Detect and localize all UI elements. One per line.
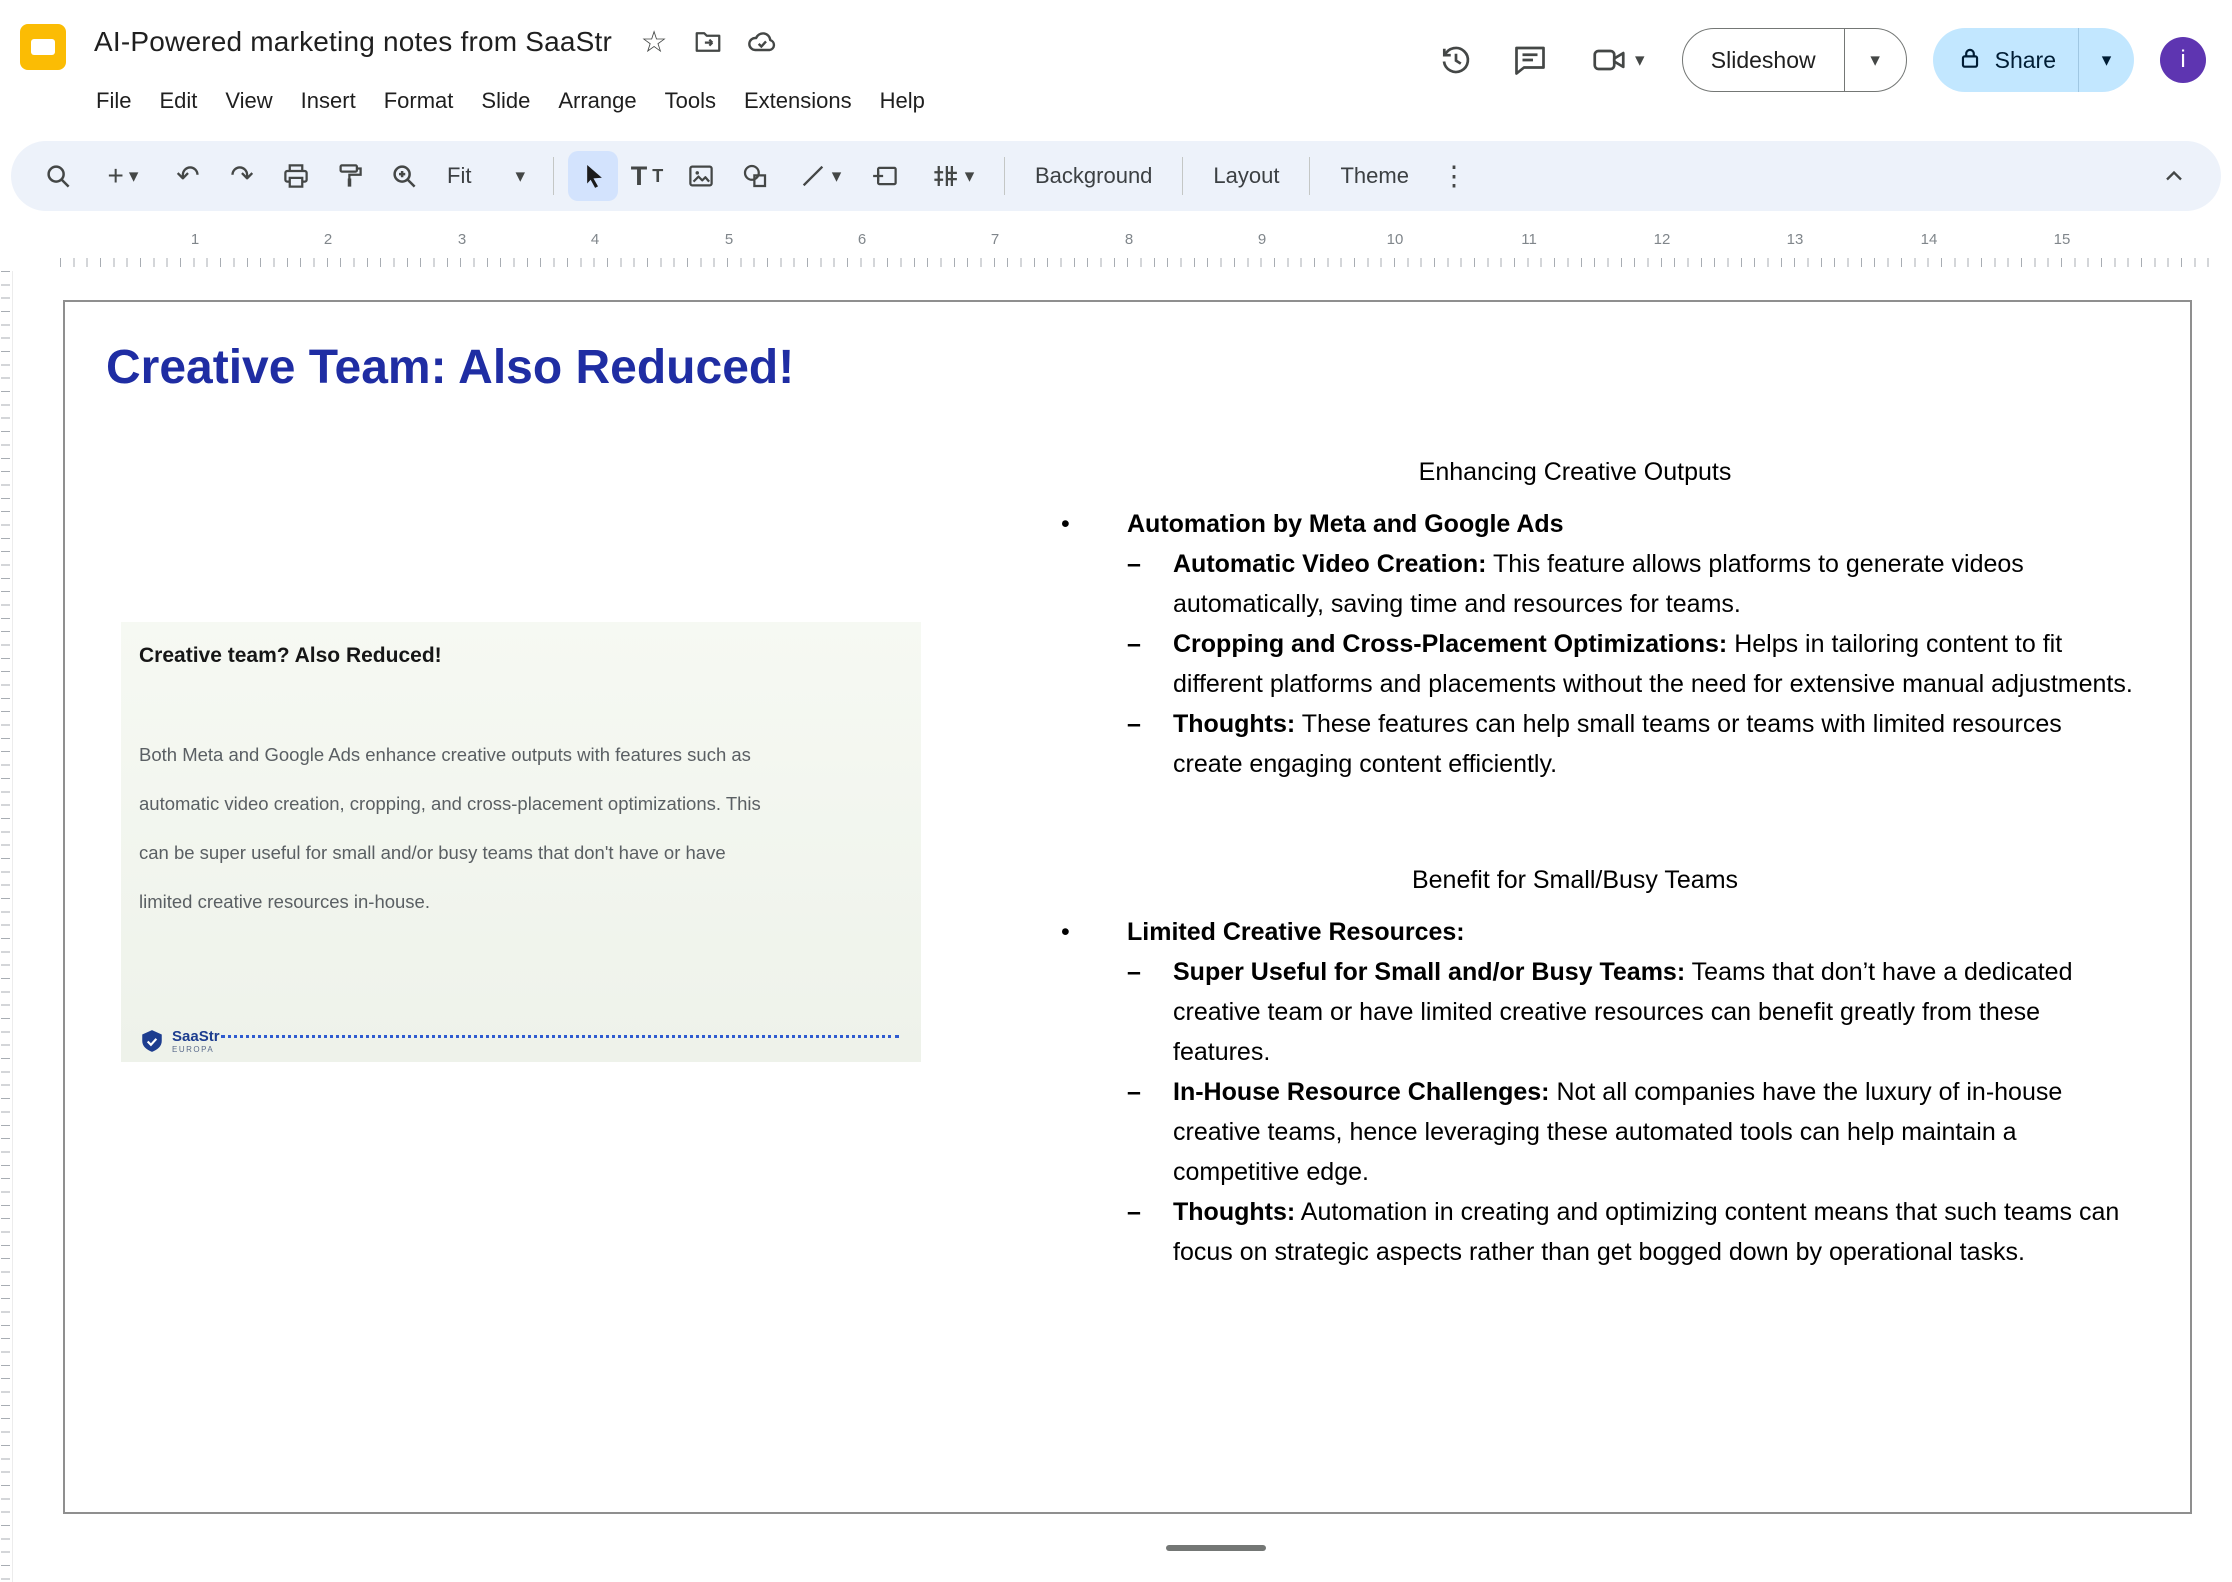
slideshow-label: Slideshow (1683, 47, 1844, 74)
textbox-tool-button[interactable]: TT (622, 151, 672, 201)
bullet-item: • Automation by Meta and Google Ads (1015, 504, 2135, 544)
zoom-fit-label: Fit (447, 163, 471, 189)
meet-camera-icon[interactable]: ▾ (1580, 36, 1656, 84)
cloud-status-icon[interactable] (746, 26, 778, 58)
version-history-icon[interactable] (1432, 36, 1480, 84)
bullet-icon: • (1061, 912, 1127, 952)
plus-icon: + (108, 162, 124, 190)
print-button[interactable] (271, 151, 321, 201)
insert-shape-button[interactable] (730, 151, 780, 201)
saastr-logo: SaaStr EUROPA (139, 1028, 220, 1054)
sub-item: – Cropping and Cross-Placement Optimizat… (1015, 624, 2135, 704)
guides-button[interactable]: ▾ (914, 151, 990, 201)
toolbar: + ▾ ↶ ↷ Fit ▾ TT ▾ (11, 141, 2221, 211)
lock-icon (1957, 45, 1983, 76)
share-caret[interactable]: ▾ (2078, 28, 2134, 92)
layout-button[interactable]: Layout (1197, 151, 1295, 201)
menu-item-insert[interactable]: Insert (287, 82, 370, 120)
meet-caret-icon: ▾ (1635, 51, 1645, 70)
menu-item-view[interactable]: View (211, 82, 286, 120)
dash-icon: – (1127, 952, 1173, 1072)
saastr-shield-icon (139, 1028, 165, 1054)
bullet-icon: • (1061, 504, 1127, 544)
zoom-in-button[interactable] (379, 151, 429, 201)
share-label: Share (1995, 47, 2056, 74)
menu-item-help[interactable]: Help (866, 82, 939, 120)
toolbar-divider (1309, 157, 1310, 195)
menu-item-extensions[interactable]: Extensions (730, 82, 866, 120)
dash-icon: – (1127, 544, 1173, 624)
insert-placeholder-button[interactable] (860, 151, 910, 201)
more-options-button[interactable]: ⋮ (1429, 151, 1479, 201)
signature-line (221, 1035, 899, 1038)
menu-item-edit[interactable]: Edit (145, 82, 211, 120)
share-button[interactable]: Share ▾ (1933, 28, 2134, 92)
screenshot-heading: Creative team? Also Reduced! (139, 644, 442, 668)
slides-logo-inner (31, 39, 55, 55)
toolbar-divider (553, 157, 554, 195)
dash-icon: – (1127, 624, 1173, 704)
sub-item: – Super Useful for Small and/or Busy Tea… (1015, 952, 2135, 1072)
google-slides-logo[interactable] (20, 24, 66, 70)
new-slide-button[interactable]: + ▾ (87, 151, 159, 201)
insert-line-caret-icon: ▾ (832, 167, 842, 186)
slide-page[interactable]: Creative Team: Also Reduced! Creative te… (63, 300, 2192, 1514)
menu-item-slide[interactable]: Slide (467, 82, 544, 120)
avatar[interactable]: i (2160, 37, 2206, 83)
insert-line-button[interactable]: ▾ (784, 151, 856, 201)
redo-icon: ↷ (230, 162, 253, 190)
menu-item-arrange[interactable]: Arrange (544, 82, 650, 120)
select-tool-button[interactable] (568, 151, 618, 201)
sub-item: – Automatic Video Creation: This feature… (1015, 544, 2135, 624)
theme-button[interactable]: Theme (1324, 151, 1424, 201)
dash-icon: – (1127, 704, 1173, 784)
toolbar-divider (1182, 157, 1183, 195)
menu-item-format[interactable]: Format (370, 82, 468, 120)
sub-item: – Thoughts: These features can help smal… (1015, 704, 2135, 784)
slide-title[interactable]: Creative Team: Also Reduced! (106, 340, 794, 395)
move-folder-icon[interactable] (692, 26, 724, 58)
notes-text-box[interactable]: Enhancing Creative Outputs • Automation … (1015, 452, 2135, 1272)
menu-item-file[interactable]: File (82, 82, 145, 120)
ruler-ticks (60, 258, 2212, 267)
slideshow-caret[interactable]: ▾ (1844, 29, 1906, 91)
background-button[interactable]: Background (1019, 151, 1168, 201)
menu-bar: File Edit View Insert Format Slide Arran… (82, 82, 939, 120)
screenshot-body: Both Meta and Google Ads enhance creativ… (139, 730, 761, 926)
horizontal-ruler: 1 2 3 4 5 6 7 8 9 10 11 12 13 14 15 (0, 225, 2232, 271)
dash-icon: – (1127, 1192, 1173, 1272)
zoom-fit-caret-icon: ▾ (515, 167, 525, 186)
guides-caret-icon: ▾ (965, 167, 975, 186)
menu-item-tools[interactable]: Tools (651, 82, 730, 120)
redo-button[interactable]: ↷ (217, 151, 267, 201)
embedded-screenshot[interactable]: Creative team? Also Reduced! Both Meta a… (121, 622, 921, 1062)
undo-button[interactable]: ↶ (163, 151, 213, 201)
note-heading: Benefit for Small/Busy Teams (1015, 860, 2135, 900)
slideshow-button[interactable]: Slideshow ▾ (1682, 28, 1907, 92)
star-icon[interactable]: ☆ (638, 26, 670, 58)
note-heading: Enhancing Creative Outputs (1015, 452, 2135, 492)
insert-image-button[interactable] (676, 151, 726, 201)
zoom-fit-select[interactable]: Fit ▾ (433, 151, 539, 201)
comments-icon[interactable] (1506, 36, 1554, 84)
hide-menus-button[interactable] (2149, 151, 2199, 201)
dash-icon: – (1127, 1072, 1173, 1192)
sub-item: – In-House Resource Challenges: Not all … (1015, 1072, 2135, 1192)
new-slide-caret-icon: ▾ (129, 167, 139, 186)
search-menus-icon[interactable] (33, 151, 83, 201)
toolbar-divider (1004, 157, 1005, 195)
header: AI-Powered marketing notes from SaaStr ☆… (0, 0, 2232, 141)
undo-icon: ↶ (176, 162, 199, 190)
sub-item: – Thoughts: Automation in creating and o… (1015, 1192, 2135, 1272)
paint-format-button[interactable] (325, 151, 375, 201)
vertical-ruler (0, 271, 13, 1582)
google-slides-app: AI-Powered marketing notes from SaaStr ☆… (0, 0, 2232, 1582)
doc-title[interactable]: AI-Powered marketing notes from SaaStr (94, 26, 612, 58)
resize-handle[interactable] (1166, 1545, 1266, 1551)
more-options-icon: ⋮ (1440, 161, 1467, 192)
bullet-item: • Limited Creative Resources: (1015, 912, 2135, 952)
